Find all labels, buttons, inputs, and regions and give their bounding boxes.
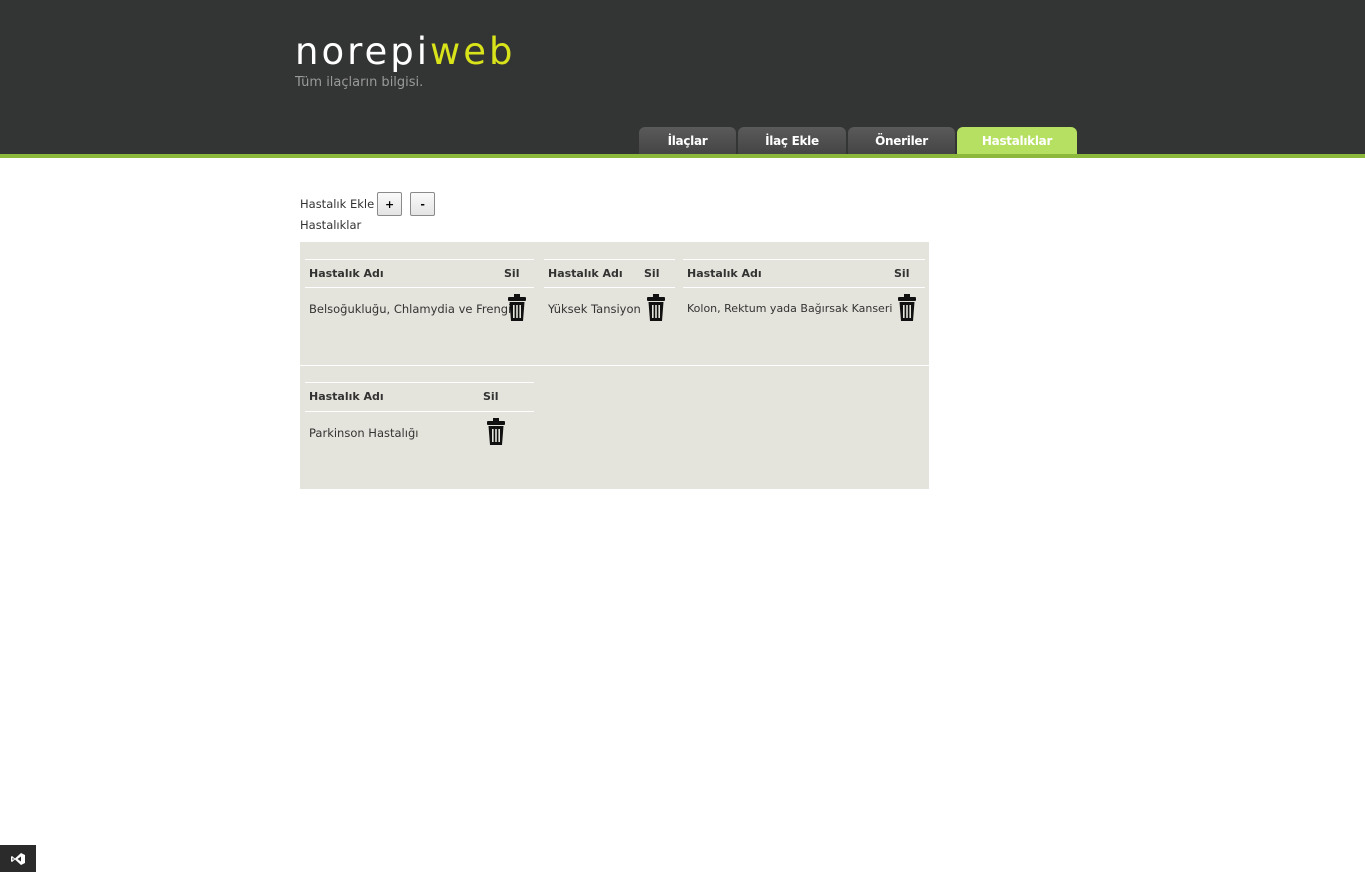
header-accent-line: [0, 154, 1365, 158]
trash-icon[interactable]: [486, 418, 506, 446]
column-header-name: Hastalık Adı: [548, 267, 623, 280]
tab-ilac-ekle[interactable]: İlaç Ekle: [738, 127, 846, 155]
card-top-border: [683, 259, 925, 260]
disease-name: Kolon, Rektum yada Bağırsak Kanseri: [687, 302, 893, 315]
logo-text-web: web: [430, 30, 516, 73]
tab-hastaliklar[interactable]: Hastalıklar: [957, 127, 1077, 155]
trash-icon[interactable]: [507, 294, 527, 322]
disease-name: Parkinson Hastalığı: [309, 426, 419, 440]
tab-label: İlaçlar: [667, 134, 708, 148]
tab-label: İlaç Ekle: [765, 134, 819, 148]
card-header-border: [544, 287, 675, 288]
column-header-delete: Sil: [644, 267, 660, 280]
disease-name: Yüksek Tansiyon: [548, 302, 641, 316]
card-header-border: [683, 287, 925, 288]
site-slogan: Tüm ilaçların bilgisi.: [295, 75, 424, 90]
card-header-border: [305, 287, 534, 288]
column-header-delete: Sil: [483, 390, 499, 403]
visual-studio-icon[interactable]: [0, 845, 36, 872]
trash-icon[interactable]: [897, 294, 917, 322]
card-top-border: [305, 259, 534, 260]
card-top-border: [544, 259, 675, 260]
trash-icon[interactable]: [646, 294, 666, 322]
card-top-border: [305, 382, 534, 383]
disease-panel: Hastalık Adı Sil Belsoğukluğu, Chlamydia…: [300, 242, 929, 489]
column-header-name: Hastalık Adı: [309, 390, 384, 403]
column-header-name: Hastalık Adı: [687, 267, 762, 280]
add-disease-row: Hastalık Ekle + -: [300, 191, 443, 217]
column-header-name: Hastalık Adı: [309, 267, 384, 280]
tab-ilaclar[interactable]: İlaçlar: [639, 127, 736, 155]
add-button[interactable]: +: [377, 192, 403, 216]
row-divider: [300, 365, 929, 366]
tab-label: Hastalıklar: [981, 134, 1053, 148]
visual-studio-glyph: [11, 852, 25, 865]
disease-name: Belsoğukluğu, Chlamydia ve Frengi: [309, 302, 512, 316]
tab-oneriler[interactable]: Öneriler: [848, 127, 955, 155]
remove-button[interactable]: -: [410, 192, 436, 216]
column-header-delete: Sil: [504, 267, 520, 280]
logo-text-norepi: norepi: [295, 30, 431, 73]
column-header-delete: Sil: [894, 267, 910, 280]
tab-label: Öneriler: [875, 134, 928, 148]
disease-list-title: Hastalıklar: [300, 218, 362, 232]
card-header-border: [305, 411, 534, 412]
add-disease-label: Hastalık Ekle: [300, 197, 375, 211]
site-logo[interactable]: norepiweb: [295, 30, 516, 74]
site-header: norepiweb Tüm ilaçların bilgisi. İlaçlar…: [0, 0, 1365, 155]
